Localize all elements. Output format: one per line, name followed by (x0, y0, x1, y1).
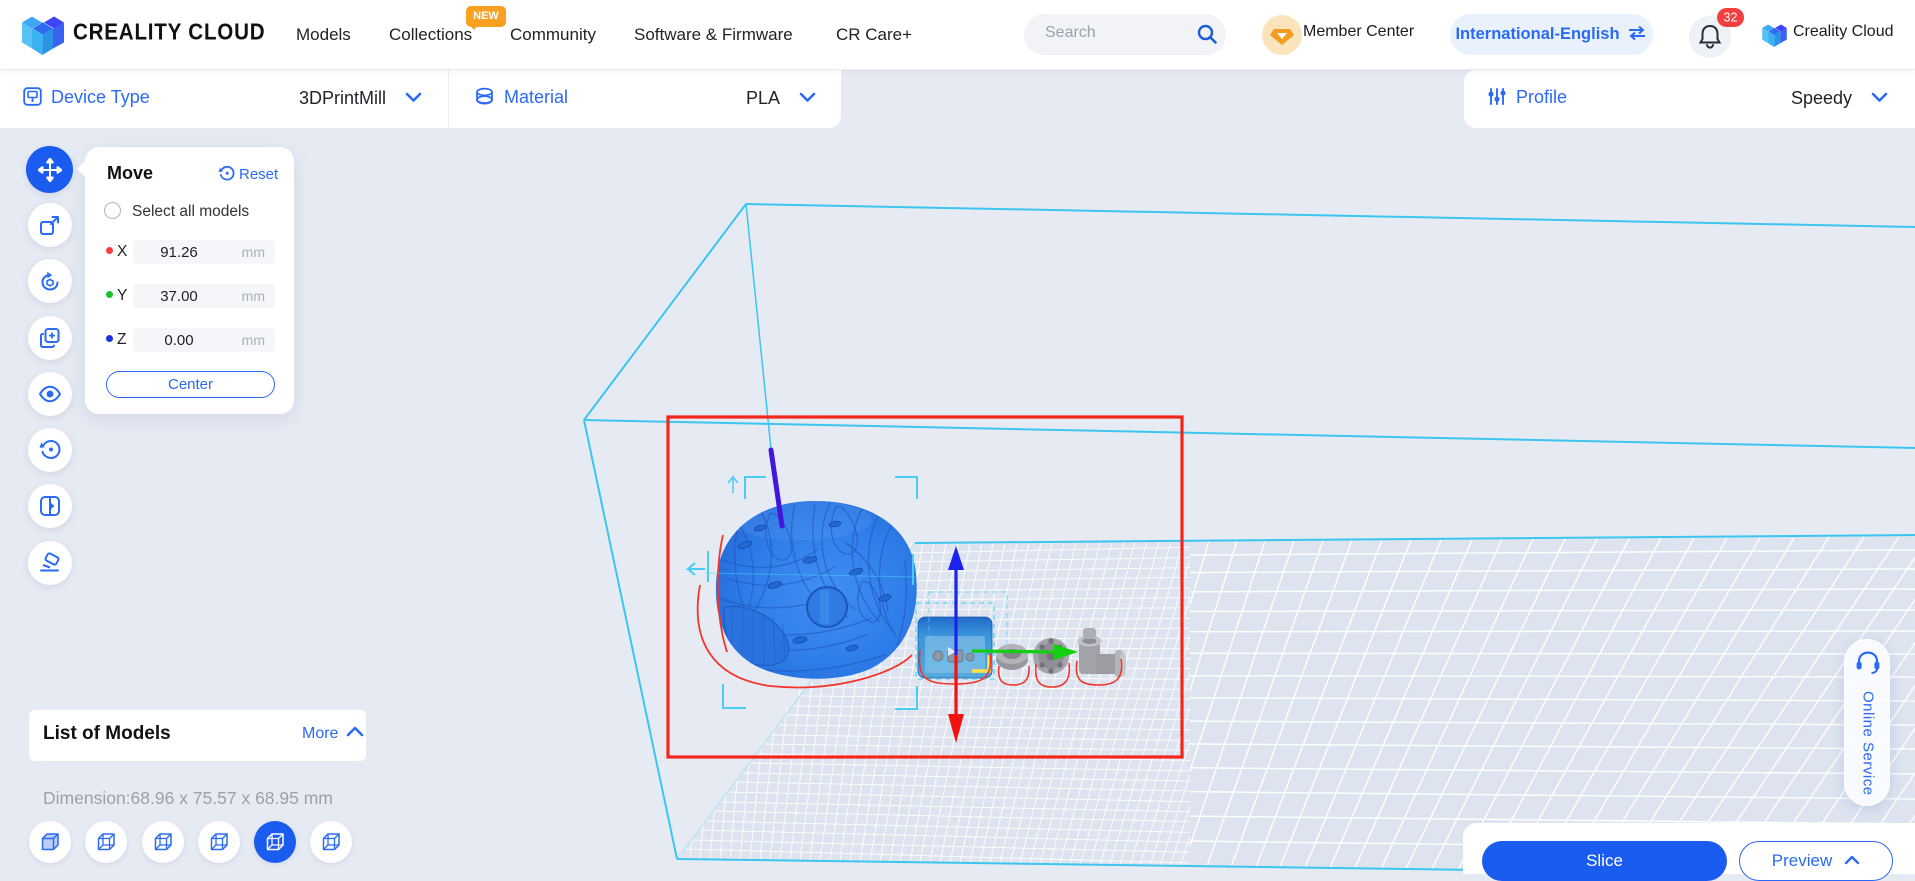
svg-text:32: 32 (1724, 11, 1738, 25)
